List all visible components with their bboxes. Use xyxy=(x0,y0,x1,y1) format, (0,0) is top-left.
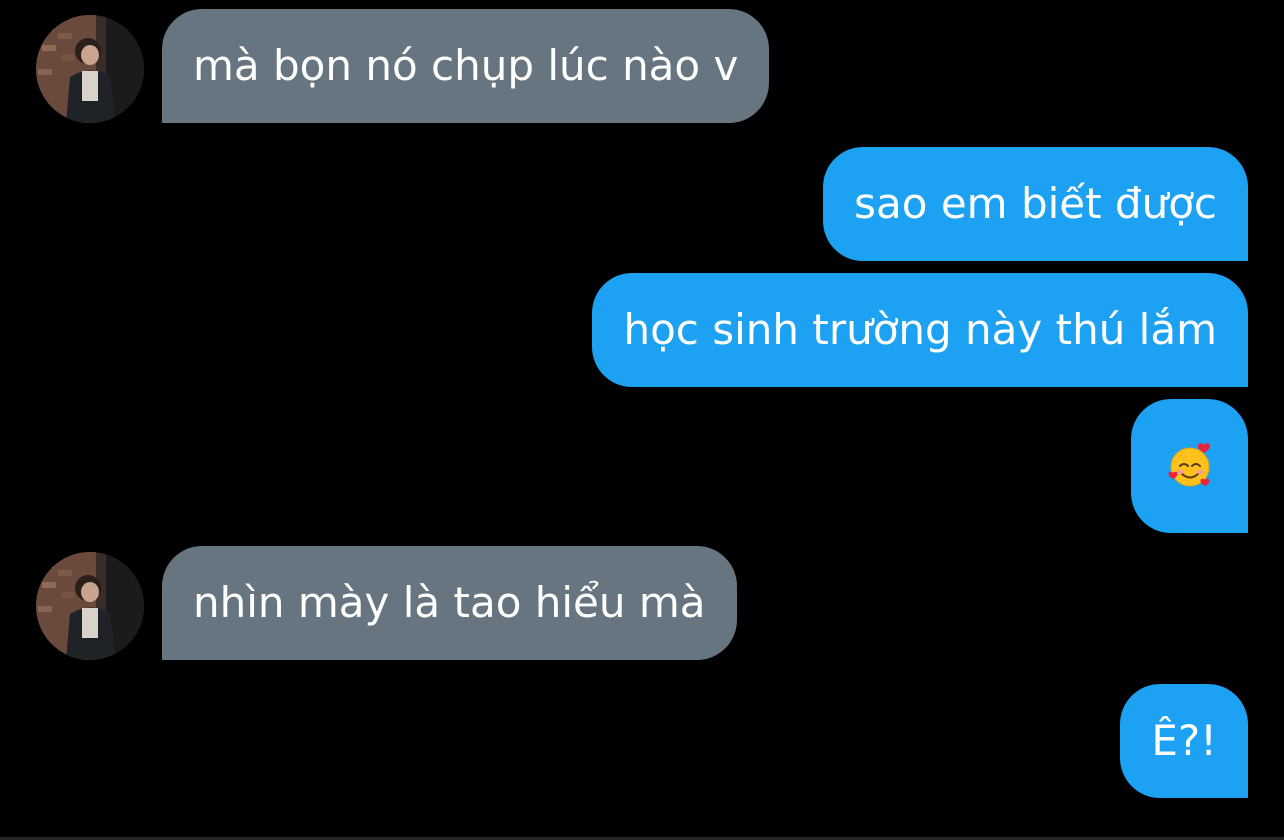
message-text: mà bọn nó chụp lúc nào v xyxy=(193,41,739,90)
message-bubble-received[interactable]: nhìn mày là tao hiểu mà xyxy=(162,546,737,660)
message-text: Ê?! xyxy=(1151,716,1217,765)
message-bubble-received[interactable]: mà bọn nó chụp lúc nào v xyxy=(162,9,770,123)
message-bubble-sent[interactable]: Ê?! xyxy=(1120,684,1248,798)
message-text: sao em biết được xyxy=(854,179,1217,228)
avatar-photo xyxy=(36,552,144,660)
message-text: học sinh trường này thú lắm xyxy=(623,305,1217,354)
contact-avatar[interactable] xyxy=(36,552,144,660)
message-bubble-sent-emoji[interactable] xyxy=(1131,399,1248,533)
contact-avatar[interactable] xyxy=(36,15,144,123)
avatar-photo xyxy=(36,15,144,123)
message-bubble-sent[interactable]: sao em biết được xyxy=(823,147,1248,261)
smiling-face-with-hearts-icon xyxy=(1167,443,1210,487)
message-text: nhìn mày là tao hiểu mà xyxy=(193,578,706,627)
message-bubble-sent[interactable]: học sinh trường này thú lắm xyxy=(592,273,1248,387)
